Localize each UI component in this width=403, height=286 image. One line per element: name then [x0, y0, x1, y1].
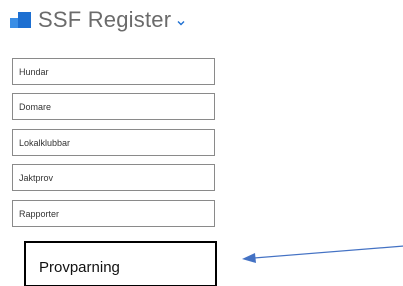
- chevron-down-icon[interactable]: [177, 19, 185, 27]
- app-page: SSF Register Hundar Domare Lokalklubbar …: [0, 0, 403, 286]
- lokalklubbar-button[interactable]: Lokalklubbar: [12, 129, 215, 156]
- hundar-button[interactable]: Hundar: [12, 58, 215, 85]
- app-logo-icon: [10, 9, 32, 31]
- provparning-button[interactable]: Provparning: [24, 241, 217, 286]
- app-header[interactable]: SSF Register: [10, 6, 185, 34]
- arrow-left-icon: [242, 245, 403, 263]
- app-title: SSF Register: [38, 7, 172, 32]
- jaktprov-button[interactable]: Jaktprov: [12, 164, 215, 191]
- rapporter-button[interactable]: Rapporter: [12, 200, 215, 227]
- domare-button[interactable]: Domare: [12, 93, 215, 120]
